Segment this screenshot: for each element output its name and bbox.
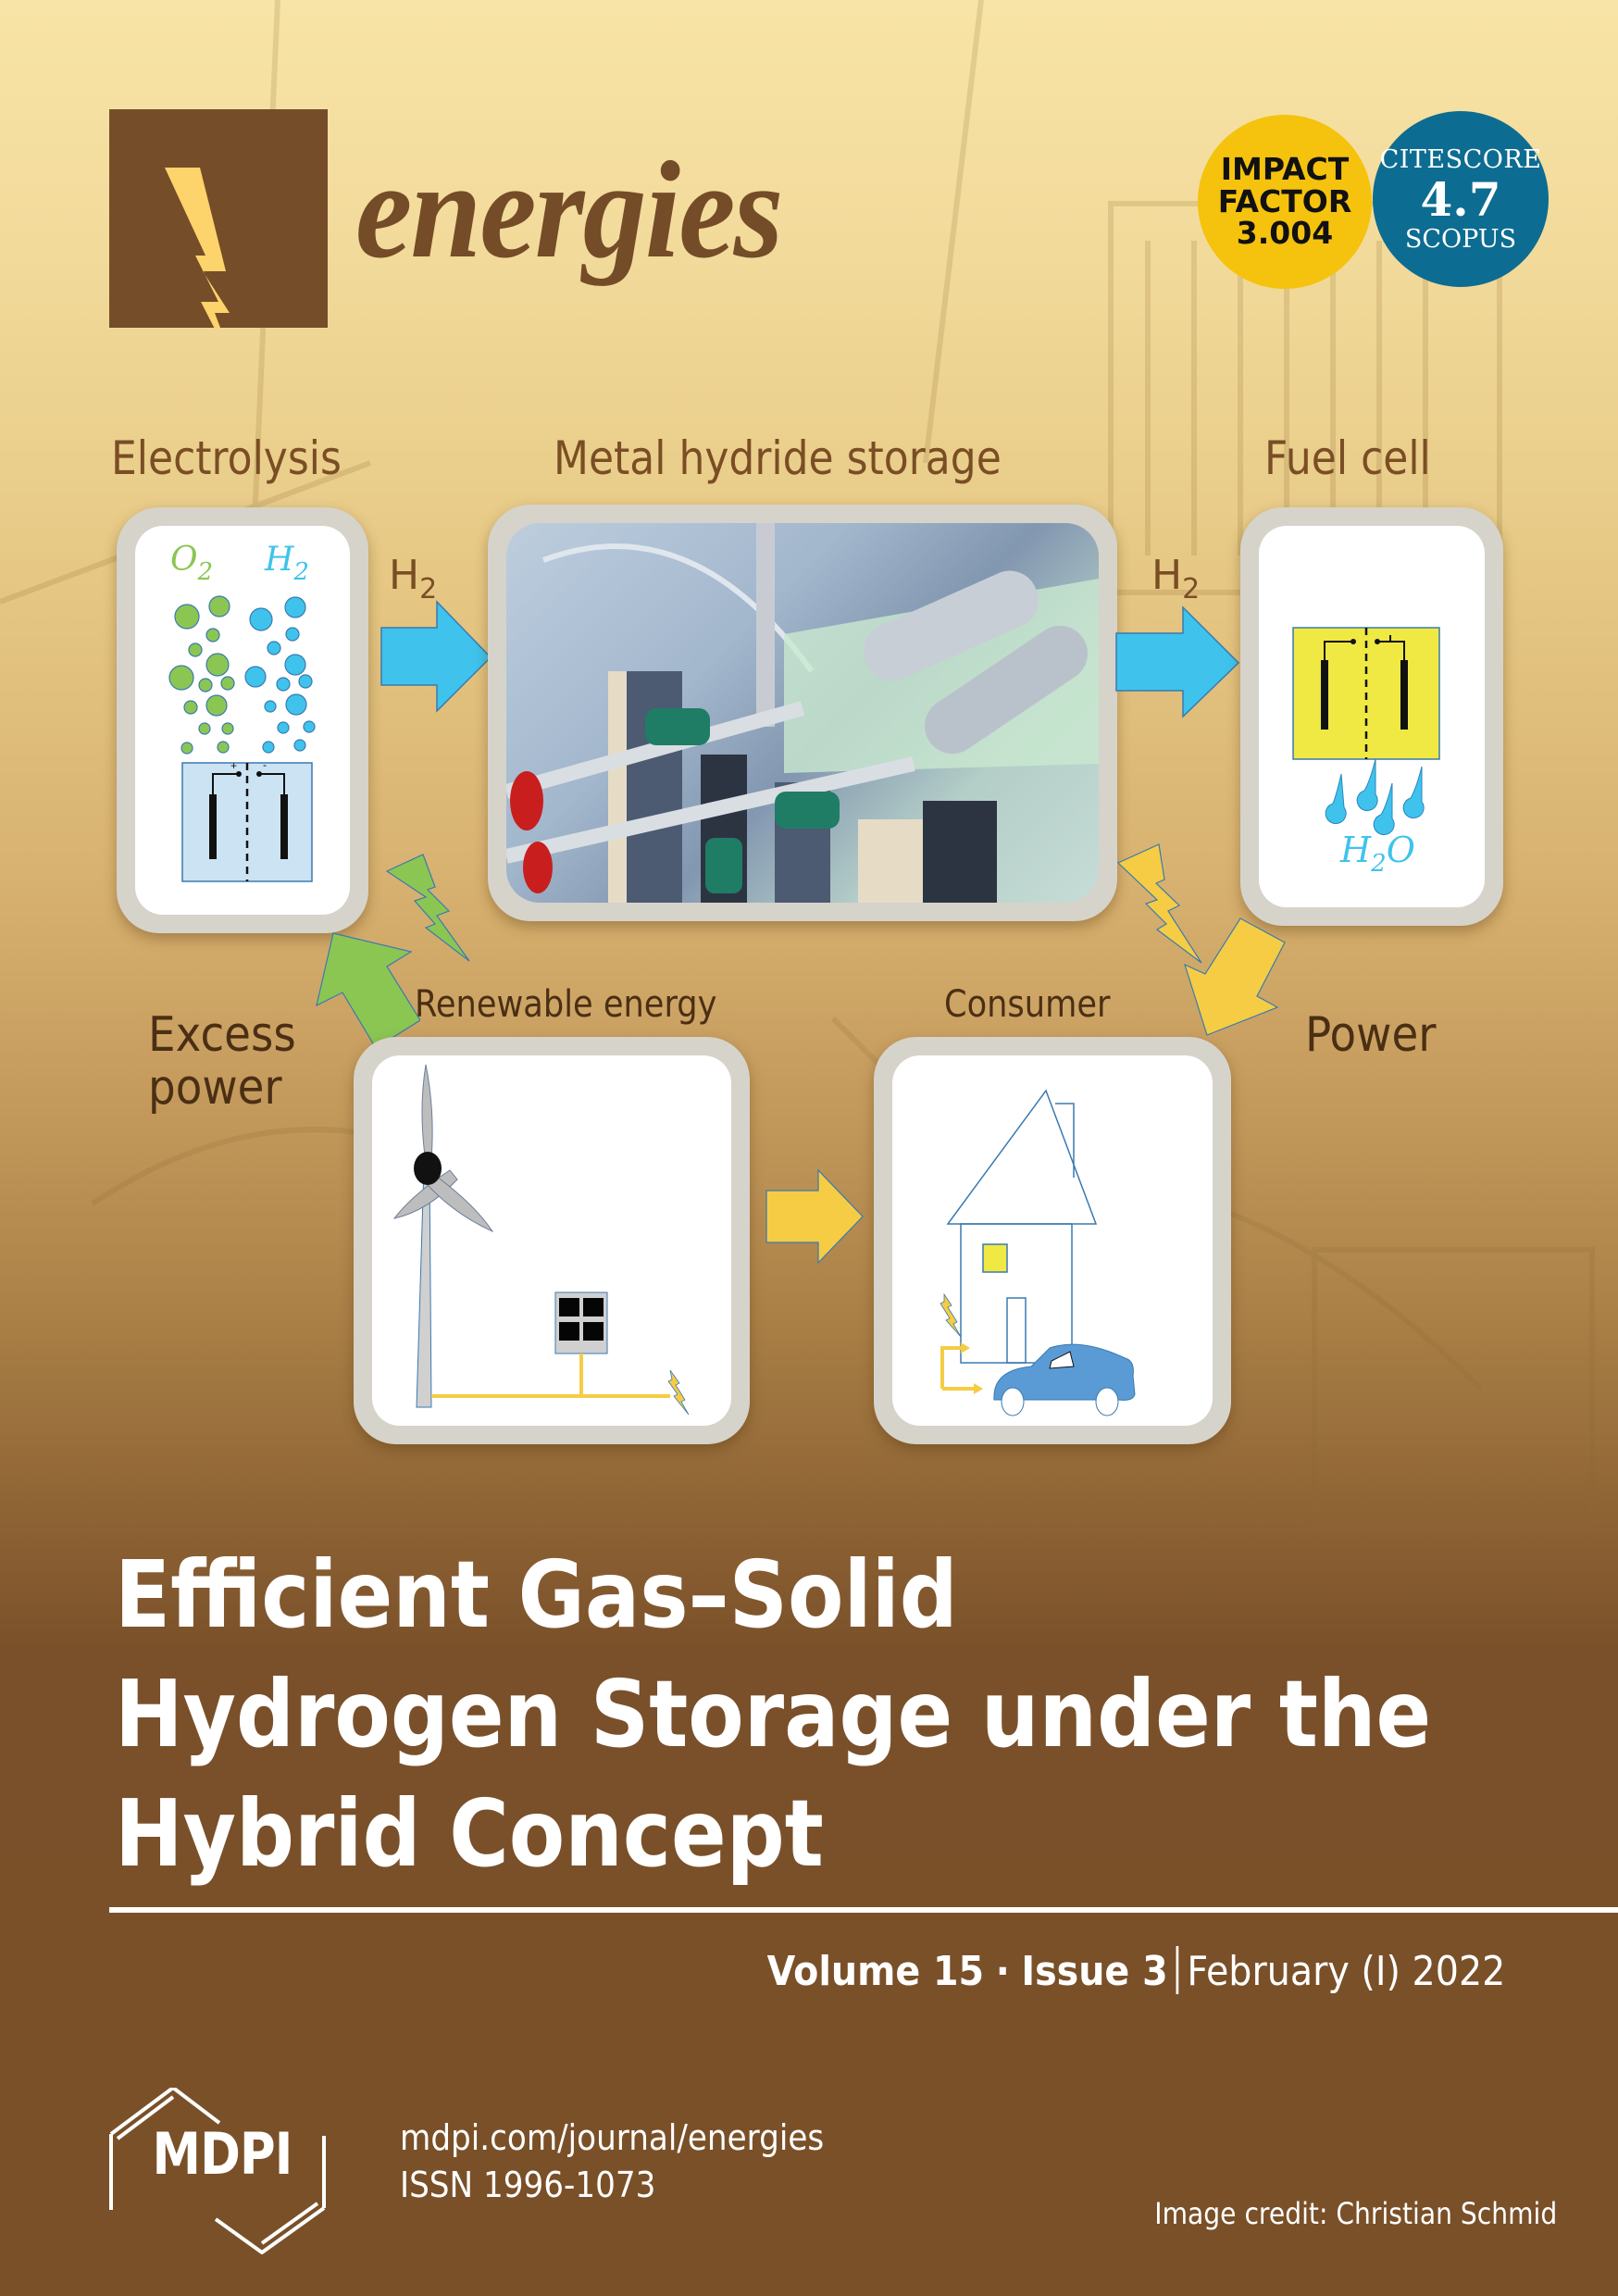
impact-factor-badge: IMPACT FACTOR 3.004 (1198, 115, 1372, 289)
label-power: Power (1305, 1007, 1437, 1063)
journal-logo (109, 109, 328, 372)
water-subscript: 2 (1370, 850, 1387, 878)
svg-text:O2: O2 (170, 541, 213, 586)
h2-sub: 2 (1182, 572, 1201, 605)
impact-factor-label-2: FACTOR (1217, 182, 1352, 219)
h2-arrow-to-fuel-cell (1115, 605, 1240, 718)
h2-text: H (1151, 552, 1183, 599)
house-icon (946, 1089, 1098, 1364)
h2-flow-label-1: H2 (389, 552, 437, 605)
h2-arrow-to-storage (380, 600, 492, 713)
citescore-label: CITESCORE (1379, 144, 1542, 174)
journal-url[interactable]: mdpi.com/journal/energies (400, 2115, 824, 2162)
electrolysis-panel: O2 H2 + - (117, 507, 368, 933)
plus-sign: + (230, 759, 237, 772)
journal-info: mdpi.com/journal/energies ISSN 1996-1073 (400, 2115, 824, 2210)
energy-arrow-to-consumer (765, 1168, 864, 1265)
water-o-label: O (1387, 830, 1415, 870)
h2-flow-label-2: H2 (1151, 552, 1200, 605)
citescore-source: SCOPUS (1404, 224, 1517, 254)
water-droplets (1325, 758, 1425, 836)
label-electrolysis: Electrolysis (111, 431, 342, 485)
fuel-cell-illustration: H2O (1292, 627, 1440, 878)
image-credit: Image credit: Christian Schmid (1154, 2196, 1557, 2231)
power-label-line2: power (148, 1060, 282, 1117)
hydrogen-bubbles (244, 596, 316, 754)
label-excess-power: Excess power (148, 1007, 296, 1117)
title-line-2: Hydrogen Storage under the (115, 1660, 1432, 1768)
citescore-value: 4.7 (1420, 171, 1501, 227)
excess-power-arrow (316, 932, 420, 1049)
electrolysis-illustration: O2 H2 + - (168, 541, 316, 882)
article-title: Efficient Gas–Solid Hydrogen Storage und… (115, 1535, 1431, 1893)
minus-sign: - (263, 758, 267, 771)
water-h-label: H (1339, 830, 1372, 870)
small-lightning-icon (940, 1292, 962, 1338)
cathode (280, 794, 288, 859)
wind-turbine-icon (392, 1064, 494, 1408)
volume-number: Volume 15 (766, 1948, 984, 1995)
svg-text:H2O: H2O (1339, 830, 1415, 878)
h2-text: H (389, 552, 420, 599)
hydrogen-storage-photo (506, 523, 1099, 903)
consumer-illustration (940, 1089, 1136, 1416)
wind-solar-illustration (392, 1064, 690, 1416)
o2-label: O (170, 541, 198, 579)
o2-subscript: 2 (197, 558, 214, 586)
consumer-panel (874, 1037, 1231, 1444)
svg-text:H2: H2 (264, 541, 309, 586)
lightning-bolt-icon (165, 168, 237, 372)
h2-label-electrolysis: H (264, 541, 294, 579)
solar-panel-icon (554, 1292, 608, 1354)
separator-bar (1176, 1946, 1178, 1994)
citescore-badge: CITESCORE 4.7 SCOPUS (1373, 111, 1549, 287)
renewable-energy-panel (354, 1037, 750, 1444)
issn: ISSN 1996-1073 (400, 2165, 656, 2206)
excess-label: Excess (148, 1007, 296, 1063)
fuel-cell-panel: H2O (1240, 507, 1503, 926)
label-renewable-energy: Renewable energy (415, 983, 717, 1026)
impact-factor-value: 3.004 (1236, 215, 1334, 252)
h2-subscript-electrolysis: 2 (292, 558, 309, 586)
mdpi-wordmark: MDPI (152, 2120, 292, 2188)
label-metal-hydride-storage: Metal hydride storage (554, 431, 1002, 485)
oxygen-bubbles (168, 595, 235, 755)
separator-dot: · (995, 1948, 1010, 1995)
label-fuel-cell: Fuel cell (1264, 431, 1431, 485)
metal-hydride-panel (488, 505, 1117, 921)
journal-cover: energies IMPACT FACTOR 3.004 CITESCORE 4… (0, 0, 1618, 2296)
title-line-1: Efficient Gas–Solid (115, 1541, 958, 1649)
journal-name: energies (355, 133, 783, 287)
car-icon (993, 1343, 1136, 1416)
issue-info: Volume 15 · Issue 3 February (I) 2022 (766, 1946, 1505, 1995)
power-arrow (1184, 917, 1286, 1036)
impact-factor-label-1: IMPACT (1220, 151, 1350, 188)
issue-date: February (I) 2022 (1186, 1948, 1505, 1995)
anode (209, 794, 217, 859)
small-lightning-icon (667, 1369, 690, 1416)
divider (109, 1907, 1618, 1913)
label-consumer: Consumer (944, 983, 1111, 1026)
title-line-3: Hybrid Concept (115, 1779, 824, 1888)
issue-number: Issue 3 (1021, 1948, 1168, 1995)
